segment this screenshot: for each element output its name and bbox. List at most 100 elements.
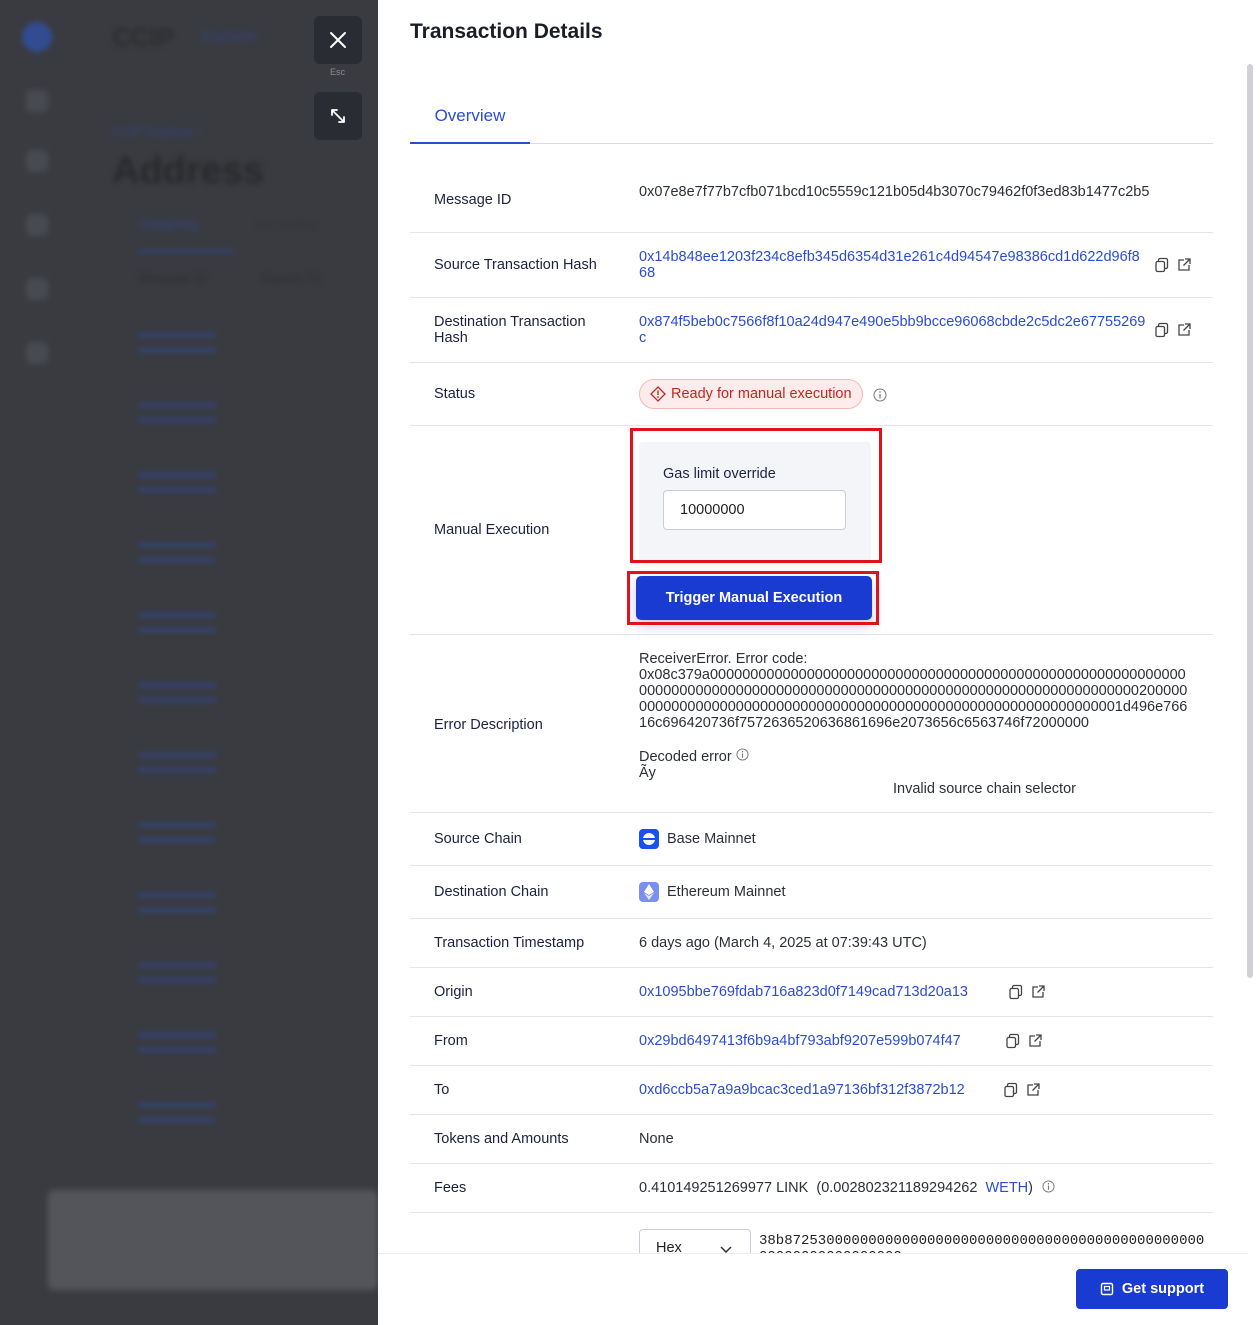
row-source-chain: Source Chain Base Mainnet xyxy=(410,813,1213,866)
row-from: From 0x29bd6497413f6b9a4bf793abf9207e599… xyxy=(410,1017,1213,1066)
message-id-value: 0x07e8e7f77b7cfb071bcd10c5559c121b05d4b3… xyxy=(639,184,1150,200)
external-link-icon[interactable] xyxy=(1027,1033,1043,1049)
source-chain-label: Source Chain xyxy=(434,831,522,847)
source-chain-name: Base Mainnet xyxy=(667,830,756,847)
table-row: ▬▬▬▬▬▬▬▬▬▬▬▬ xyxy=(138,535,216,565)
destination-chain-name: Ethereum Mainnet xyxy=(667,883,786,900)
error-description-label: Error Description xyxy=(434,717,543,733)
from-link[interactable]: 0x29bd6497413f6b9a4bf793abf9207e599b074f… xyxy=(639,1033,961,1049)
nav-explorer: Explorer xyxy=(202,28,258,45)
row-manual-execution: Manual Execution Gas limit override Trig… xyxy=(410,426,1213,635)
data-hex-value: 38b8725300000000000000000000000000000000… xyxy=(759,1233,1205,1253)
copy-icon[interactable] xyxy=(1005,1033,1021,1049)
error-prefix: ReceiverError. Error code: xyxy=(639,651,808,667)
external-link-icon[interactable] xyxy=(1176,322,1192,338)
table-row: ▬▬▬▬▬▬▬▬▬▬▬▬ xyxy=(138,815,216,845)
status-value: Ready for manual execution xyxy=(639,379,863,409)
expand-button[interactable] xyxy=(314,92,362,140)
app-logo-icon xyxy=(22,22,52,52)
status-text: Ready for manual execution xyxy=(671,386,852,402)
tokens-value: None xyxy=(639,1131,674,1147)
copy-icon[interactable] xyxy=(1008,984,1024,1000)
fee-converted: (0.002802321189294262 xyxy=(816,1180,978,1196)
sidebar-tools-icon xyxy=(26,278,48,300)
table-row: ▬▬▬▬▬▬▬▬▬▬▬▬ xyxy=(138,465,216,495)
row-origin: Origin 0x1095bbe769fdab716a823d0f7149cad… xyxy=(410,968,1213,1017)
details-list: Message ID 0x07e8e7f77b7cfb071bcd10c5559… xyxy=(410,168,1213,1253)
tab-incoming: Incoming xyxy=(256,216,317,233)
destination-chain-label: Destination Chain xyxy=(434,884,549,900)
manual-execution-label: Manual Execution xyxy=(434,522,550,538)
data-format-select[interactable]: Hex xyxy=(639,1229,751,1253)
source-chain-value: Base Mainnet xyxy=(639,829,756,849)
from-label: From xyxy=(434,1033,468,1049)
highlight-box-gas xyxy=(630,428,882,563)
panel-title: Transaction Details xyxy=(410,20,603,43)
info-icon[interactable] xyxy=(873,388,887,402)
destination-chain-value: Ethereum Mainnet xyxy=(639,882,785,902)
fees-label: Fees xyxy=(434,1180,467,1196)
sidebar-home-icon xyxy=(26,90,48,112)
fee-close: ) xyxy=(1028,1180,1033,1196)
table-row: ▬▬▬▬▬▬▬▬▬▬▬▬ xyxy=(138,745,216,775)
tab-bar: Overview xyxy=(410,96,1213,144)
close-button[interactable] xyxy=(314,16,362,64)
page-title: Address xyxy=(112,150,265,192)
table-row: ▬▬▬▬▬▬▬▬▬▬▬▬ xyxy=(138,675,216,705)
copy-icon[interactable] xyxy=(1154,322,1170,338)
external-link-icon[interactable] xyxy=(1025,1082,1041,1098)
origin-link[interactable]: 0x1095bbe769fdab716a823d0f7149cad713d20a… xyxy=(639,984,968,1000)
message-id-label: Message ID xyxy=(434,192,512,208)
row-destination-tx-hash: Destination Transaction Hash 0x874f5beb0… xyxy=(410,298,1213,363)
support-icon xyxy=(1100,1282,1114,1296)
app-brand: CCIP xyxy=(112,22,175,52)
fees-value: 0.410149251269977 LINK (0.00280232118929… xyxy=(639,1180,1055,1196)
table-row: ▬▬▬▬▬▬▬▬▬▬▬▬ xyxy=(138,605,216,635)
row-timestamp: Transaction Timestamp 6 days ago (March … xyxy=(410,919,1213,968)
warning-diamond-icon xyxy=(650,386,666,402)
table-row: ▬▬▬▬▬▬▬▬▬▬▬▬ xyxy=(138,1095,216,1125)
column-header: Message ID xyxy=(138,270,208,285)
tab-indicator xyxy=(138,250,234,253)
row-message-id: Message ID 0x07e8e7f77b7cfb071bcd10c5559… xyxy=(410,168,1213,233)
fee-amount: 0.410149251269977 LINK xyxy=(639,1180,809,1196)
copy-icon[interactable] xyxy=(1154,257,1170,273)
status-label: Status xyxy=(434,386,476,402)
row-fees: Fees 0.410149251269977 LINK (0.002802321… xyxy=(410,1164,1213,1213)
data-format-value: Hex xyxy=(656,1240,682,1253)
close-icon xyxy=(330,32,346,48)
table-row: ▬▬▬▬▬▬▬▬▬▬▬▬ xyxy=(138,885,216,915)
chevron-down-icon xyxy=(720,1246,732,1253)
row-to: To 0xd6ccb5a7a9a9bcac3ced1a97136bf312f38… xyxy=(410,1066,1213,1115)
transaction-details-panel: Transaction Details Overview Message ID … xyxy=(378,0,1260,1325)
source-tx-hash-link[interactable]: 0x14b848ee1203f234c8efb345d6354d31e261c4… xyxy=(639,249,1147,281)
destination-tx-hash-link[interactable]: 0x874f5beb0c7566f8f10a24d947e490e5bb9bcc… xyxy=(639,314,1147,346)
decoded-error-label: Decoded error xyxy=(639,749,732,765)
tab-overview[interactable]: Overview xyxy=(410,96,530,144)
external-link-icon[interactable] xyxy=(1176,257,1192,273)
decoded-error-heading: Decoded error xyxy=(639,748,1191,765)
copy-icon[interactable] xyxy=(1003,1082,1019,1098)
info-icon[interactable] xyxy=(736,748,749,761)
sidebar-docs-icon xyxy=(26,214,48,236)
row-source-tx-hash: Source Transaction Hash 0x14b848ee1203f2… xyxy=(410,233,1213,298)
get-support-button[interactable]: Get support xyxy=(1076,1269,1228,1309)
to-link[interactable]: 0xd6ccb5a7a9a9bcac3ced1a97136bf312f3872b… xyxy=(639,1082,965,1098)
error-code: 0x08c379a0000000000000000000000000000000… xyxy=(639,667,1188,731)
scrollbar[interactable] xyxy=(1247,64,1253,978)
status-badge: Ready for manual execution xyxy=(639,379,863,409)
origin-label: Origin xyxy=(434,984,473,1000)
fee-token-link[interactable]: WETH xyxy=(985,1180,1028,1196)
timestamp-label: Transaction Timestamp xyxy=(434,935,585,951)
base-chain-icon xyxy=(639,829,659,849)
row-status: Status Ready for manual execution xyxy=(410,363,1213,426)
sidebar-explorer-icon xyxy=(26,150,48,172)
external-link-icon[interactable] xyxy=(1030,984,1046,1000)
esc-hint: Esc xyxy=(330,67,346,77)
info-icon[interactable] xyxy=(1042,1180,1055,1193)
to-label: To xyxy=(434,1082,450,1098)
table-row: ▬▬▬▬▬▬▬▬▬▬▬▬ xyxy=(138,955,216,985)
column-header: Source Tx xyxy=(262,270,322,285)
tab-outgoing: Outgoing xyxy=(138,216,199,233)
error-description-value: ReceiverError. Error code: 0x08c379a0000… xyxy=(639,651,1191,797)
